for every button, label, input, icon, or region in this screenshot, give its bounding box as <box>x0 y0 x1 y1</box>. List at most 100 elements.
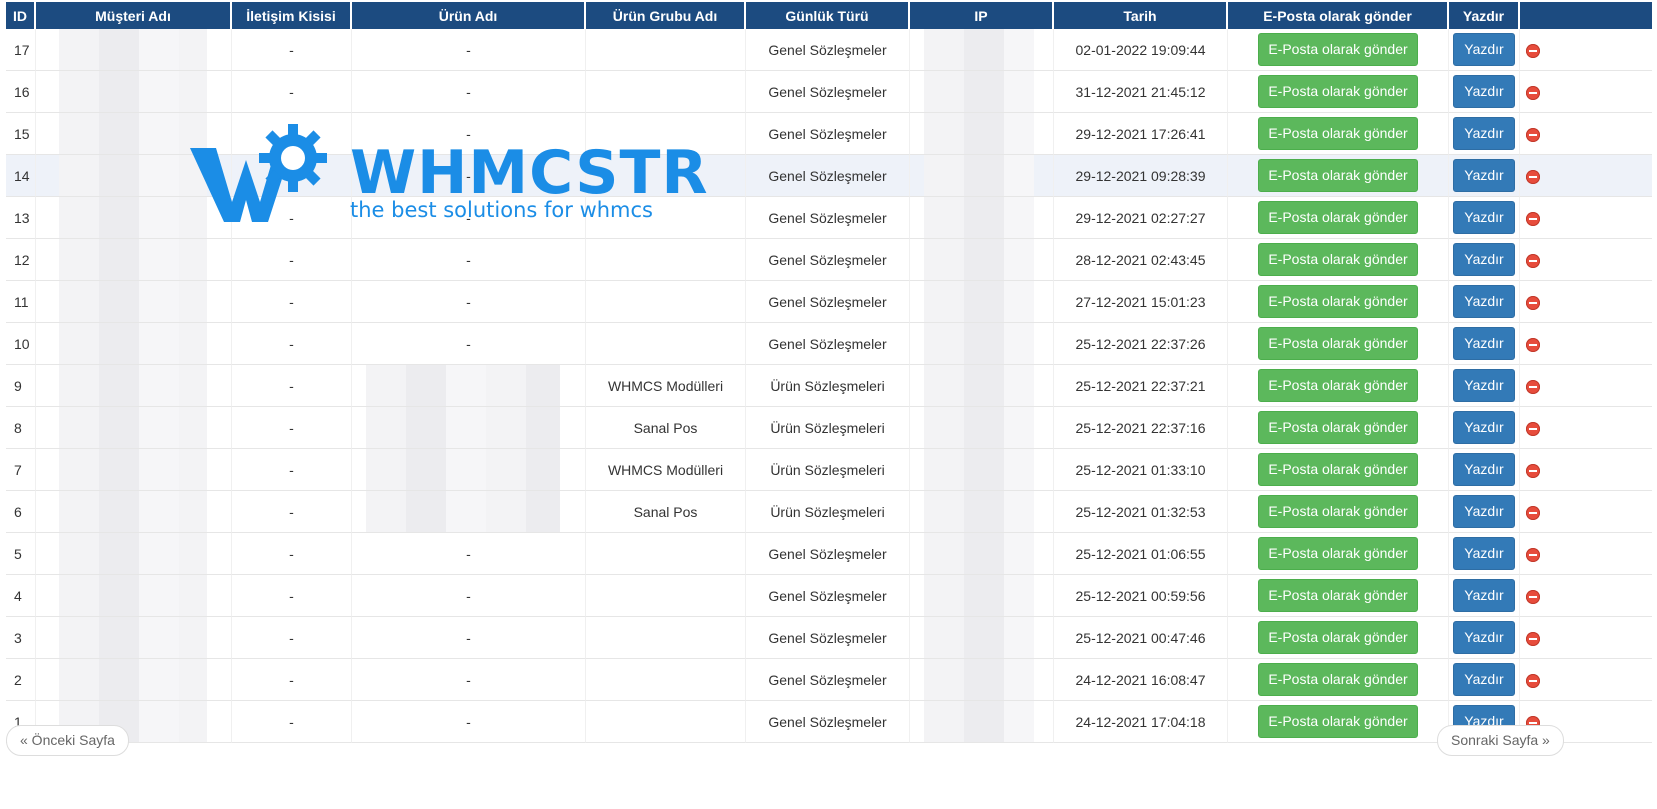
ip-cell <box>910 491 1054 533</box>
print-button[interactable]: Yazdır <box>1453 621 1515 654</box>
minus-circle-icon[interactable] <box>1526 379 1540 394</box>
send-email-button[interactable]: E-Posta olarak gönder <box>1258 327 1418 360</box>
send-email-button[interactable]: E-Posta olarak gönder <box>1258 33 1418 66</box>
send-email-button[interactable]: E-Posta olarak gönder <box>1258 579 1418 612</box>
table-row: 3 - - Genel Sözleşmeler 25-12-2021 00:47:46 E… <box>6 617 1652 659</box>
send-email-button[interactable]: E-Posta olarak gönder <box>1258 369 1418 402</box>
minus-circle-icon[interactable] <box>1526 463 1540 478</box>
redacted-ip <box>924 281 1034 322</box>
email-cell: E-Posta olarak gönder <box>1228 281 1449 323</box>
customer-name-cell <box>36 197 232 239</box>
redacted-customer-name <box>59 197 207 238</box>
print-button[interactable]: Yazdır <box>1453 369 1515 402</box>
print-cell: Yazdır <box>1449 407 1520 449</box>
log-type-cell: Ürün Sözleşmeleri <box>746 491 910 533</box>
print-cell: Yazdır <box>1449 29 1520 71</box>
minus-circle-icon[interactable] <box>1526 673 1540 688</box>
product-group-cell <box>586 575 746 617</box>
print-button[interactable]: Yazdır <box>1453 327 1515 360</box>
minus-circle-icon[interactable] <box>1526 295 1540 310</box>
minus-circle-icon[interactable] <box>1526 589 1540 604</box>
print-button[interactable]: Yazdır <box>1453 495 1515 528</box>
customer-name-cell <box>36 659 232 701</box>
product-group-cell <box>586 533 746 575</box>
print-cell: Yazdır <box>1449 659 1520 701</box>
customer-name-header: Müşteri Adı <box>36 2 232 29</box>
ip-cell <box>910 113 1054 155</box>
date-cell: 25-12-2021 22:37:16 <box>1054 407 1228 449</box>
send-email-button[interactable]: E-Posta olarak gönder <box>1258 663 1418 696</box>
delete-cell <box>1520 113 1652 155</box>
minus-circle-icon[interactable] <box>1526 337 1540 352</box>
minus-circle-icon[interactable] <box>1526 421 1540 436</box>
print-cell: Yazdır <box>1449 113 1520 155</box>
ip-cell <box>910 239 1054 281</box>
row-id: 10 <box>6 323 36 365</box>
minus-circle-icon[interactable] <box>1526 505 1540 520</box>
minus-circle-icon[interactable] <box>1526 547 1540 562</box>
log-type-cell: Genel Sözleşmeler <box>746 29 910 71</box>
send-email-button[interactable]: E-Posta olarak gönder <box>1258 705 1418 738</box>
print-button[interactable]: Yazdır <box>1453 579 1515 612</box>
print-button[interactable]: Yazdır <box>1453 201 1515 234</box>
minus-circle-icon[interactable] <box>1526 253 1540 268</box>
date-cell: 25-12-2021 22:37:21 <box>1054 365 1228 407</box>
email-cell: E-Posta olarak gönder <box>1228 29 1449 71</box>
send-email-button[interactable]: E-Posta olarak gönder <box>1258 411 1418 444</box>
redacted-ip <box>924 113 1034 154</box>
delete-cell <box>1520 197 1652 239</box>
print-cell: Yazdır <box>1449 365 1520 407</box>
minus-circle-icon[interactable] <box>1526 85 1540 100</box>
print-button[interactable]: Yazdır <box>1453 117 1515 150</box>
print-button[interactable]: Yazdır <box>1453 411 1515 444</box>
send-email-button[interactable]: E-Posta olarak gönder <box>1258 495 1418 528</box>
delete-cell <box>1520 407 1652 449</box>
send-email-button[interactable]: E-Posta olarak gönder <box>1258 75 1418 108</box>
minus-circle-icon[interactable] <box>1526 169 1540 184</box>
print-button[interactable]: Yazdır <box>1453 537 1515 570</box>
date-cell: 25-12-2021 22:37:26 <box>1054 323 1228 365</box>
product-name-header: Ürün Adı <box>352 2 586 29</box>
contact-cell: - <box>232 617 352 659</box>
print-cell: Yazdır <box>1449 533 1520 575</box>
contact-cell: - <box>232 71 352 113</box>
print-button[interactable]: Yazdır <box>1453 243 1515 276</box>
row-id: 13 <box>6 197 36 239</box>
redacted-product-name <box>366 365 560 406</box>
minus-circle-icon[interactable] <box>1526 43 1540 58</box>
next-page-button[interactable]: Sonraki Sayfa » <box>1437 725 1564 756</box>
minus-circle-icon[interactable] <box>1526 127 1540 142</box>
minus-circle-icon[interactable] <box>1526 211 1540 226</box>
print-cell: Yazdır <box>1449 281 1520 323</box>
redacted-customer-name <box>59 323 207 364</box>
print-button[interactable]: Yazdır <box>1453 285 1515 318</box>
print-button[interactable]: Yazdır <box>1453 159 1515 192</box>
redacted-product-name <box>366 449 560 490</box>
send-email-button[interactable]: E-Posta olarak gönder <box>1258 159 1418 192</box>
product-group-cell <box>586 71 746 113</box>
row-id: 12 <box>6 239 36 281</box>
send-email-button[interactable]: E-Posta olarak gönder <box>1258 537 1418 570</box>
print-button[interactable]: Yazdır <box>1453 453 1515 486</box>
redacted-product-name <box>366 491 560 532</box>
row-id: 4 <box>6 575 36 617</box>
send-email-button[interactable]: E-Posta olarak gönder <box>1258 285 1418 318</box>
minus-circle-icon[interactable] <box>1526 631 1540 646</box>
send-email-button[interactable]: E-Posta olarak gönder <box>1258 621 1418 654</box>
prev-page-button[interactable]: « Önceki Sayfa <box>6 725 129 756</box>
print-button[interactable]: Yazdır <box>1453 663 1515 696</box>
contact-cell: - <box>232 533 352 575</box>
row-id: 11 <box>6 281 36 323</box>
product-name-cell <box>352 449 586 491</box>
print-button[interactable]: Yazdır <box>1453 33 1515 66</box>
print-button[interactable]: Yazdır <box>1453 75 1515 108</box>
send-email-button[interactable]: E-Posta olarak gönder <box>1258 201 1418 234</box>
product-name-cell: - <box>352 113 586 155</box>
redacted-customer-name <box>59 365 207 406</box>
email-cell: E-Posta olarak gönder <box>1228 155 1449 197</box>
table-row: 17 - - Genel Sözleşmeler 02-01-2022 19:09:44… <box>6 29 1652 71</box>
send-email-button[interactable]: E-Posta olarak gönder <box>1258 117 1418 150</box>
redacted-customer-name <box>59 449 207 490</box>
send-email-button[interactable]: E-Posta olarak gönder <box>1258 243 1418 276</box>
send-email-button[interactable]: E-Posta olarak gönder <box>1258 453 1418 486</box>
